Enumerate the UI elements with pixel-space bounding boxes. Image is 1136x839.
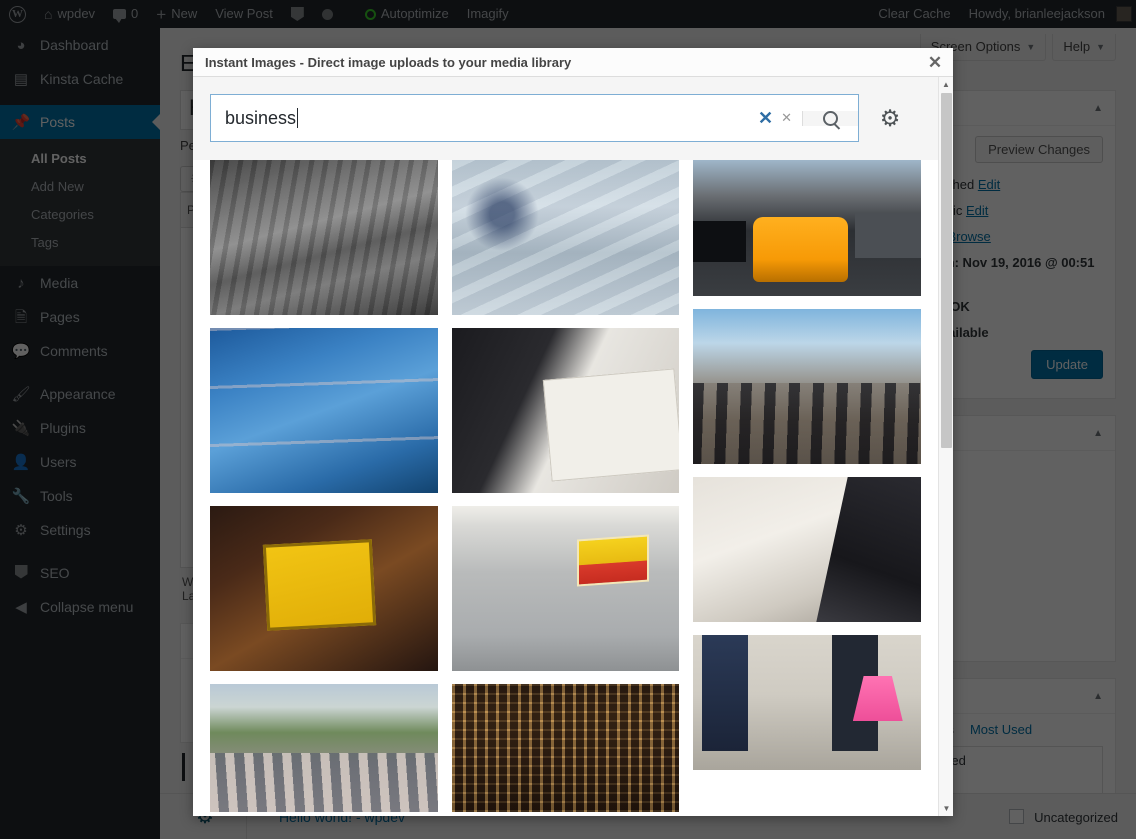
scroll-up-icon[interactable]: ▲ (939, 77, 953, 92)
result-image[interactable] (210, 506, 438, 671)
close-icon[interactable]: ✕ (917, 48, 953, 77)
screen: Screen Options ▼ Help ▼ Edit Post Hello … (0, 0, 1136, 839)
modal-scroll-area: business ✕ ✕ ⚙ (193, 77, 938, 816)
result-image[interactable] (210, 328, 438, 493)
results-column-1 (210, 160, 438, 812)
modal-scrollbar[interactable]: ▲ ▼ (938, 77, 953, 816)
settings-button[interactable]: ⚙ (859, 94, 921, 142)
clear-small-icon[interactable]: ✕ (777, 110, 802, 126)
result-image[interactable] (210, 160, 438, 315)
modal-title: Instant Images - Direct image uploads to… (205, 55, 571, 70)
photo-art (452, 684, 680, 812)
search-input-value: business (225, 108, 296, 129)
search-submit-button[interactable] (802, 111, 858, 126)
result-image[interactable] (693, 160, 921, 296)
result-image[interactable] (693, 635, 921, 770)
gear-icon: ⚙ (880, 105, 901, 132)
result-image[interactable] (452, 160, 680, 315)
result-image[interactable] (693, 477, 921, 622)
modal-header: Instant Images - Direct image uploads to… (193, 48, 953, 77)
scrollbar-thumb[interactable] (941, 93, 952, 448)
result-image[interactable] (452, 684, 680, 812)
result-image[interactable] (452, 506, 680, 671)
result-image[interactable] (210, 684, 438, 812)
photo-art (693, 477, 921, 622)
photo-art (452, 160, 680, 315)
results-column-3 (693, 160, 921, 812)
search-bar-region: business ✕ ✕ ⚙ (193, 77, 938, 160)
search-field[interactable]: business ✕ ✕ (210, 94, 859, 142)
result-image[interactable] (693, 309, 921, 464)
photo-art (210, 506, 438, 671)
modal-body: business ✕ ✕ ⚙ (193, 77, 953, 816)
photo-art (452, 506, 680, 671)
text-cursor (297, 108, 298, 128)
scroll-down-icon[interactable]: ▼ (939, 801, 953, 816)
clear-icon[interactable]: ✕ (754, 108, 777, 129)
photo-art (210, 328, 438, 493)
photo-art (693, 160, 921, 296)
search-input[interactable]: business (211, 108, 754, 129)
photo-art (693, 309, 921, 464)
search-icon (823, 111, 838, 126)
photo-art (452, 328, 680, 493)
results-grid (193, 160, 938, 812)
result-image[interactable] (452, 328, 680, 493)
photo-art (210, 684, 438, 812)
photo-art (210, 160, 438, 315)
results-column-2 (452, 160, 680, 812)
instant-images-modal: Instant Images - Direct image uploads to… (193, 48, 953, 816)
